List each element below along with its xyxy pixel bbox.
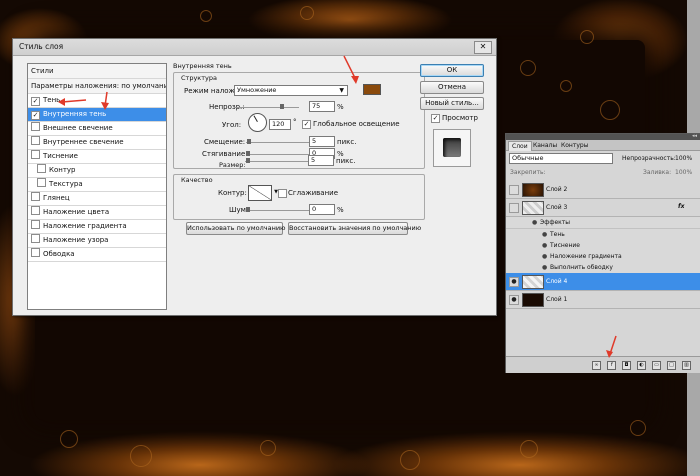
arrowhead-icon <box>606 350 613 358</box>
arrowhead-icon <box>351 76 359 84</box>
annotation-arrows <box>58 55 617 358</box>
arrow-to-fx-button <box>609 335 617 355</box>
arrow-to-shadow-item <box>61 99 87 103</box>
arrowhead-icon <box>58 98 65 106</box>
arrowhead-icon <box>101 102 109 110</box>
